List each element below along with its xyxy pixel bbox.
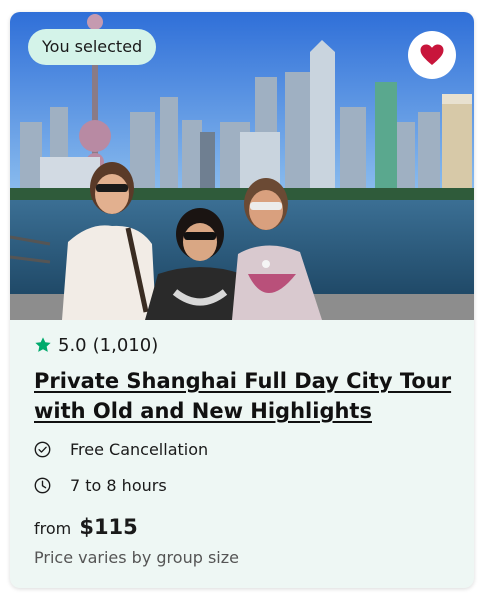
- tour-title-link[interactable]: Private Shanghai Full Day City Tour with…: [34, 366, 454, 426]
- price-prefix: from: [34, 519, 72, 538]
- rating-score: 5.0: [58, 334, 87, 356]
- price: from $115: [34, 514, 454, 542]
- rating: 5.0 (1,010): [34, 332, 454, 358]
- check-circle-icon: [34, 441, 58, 458]
- feature-free-cancellation: Free Cancellation: [34, 438, 454, 460]
- review-count: (1,010): [92, 334, 159, 356]
- tour-title-line-1: Private Shanghai Full Day City Tour: [34, 369, 452, 393]
- favorite-button[interactable]: [408, 31, 456, 79]
- tour-photo[interactable]: You selected: [10, 12, 474, 320]
- heart-icon: [419, 43, 445, 67]
- feature-label: Free Cancellation: [70, 439, 209, 459]
- feature-duration: 7 to 8 hours: [34, 474, 454, 496]
- clock-icon: [34, 477, 58, 494]
- price-amount: $115: [79, 515, 138, 539]
- selected-badge: You selected: [28, 29, 157, 65]
- star-icon: [34, 336, 52, 354]
- tour-card[interactable]: You selected 5.0 (1,010) Private Shangha…: [10, 12, 474, 588]
- feature-label: 7 to 8 hours: [70, 475, 167, 495]
- tour-title-line-2: with Old and New Highlights: [34, 399, 372, 423]
- price-note: Price varies by group size: [34, 548, 239, 567]
- card-body: 5.0 (1,010) Private Shanghai Full Day Ci…: [34, 332, 454, 568]
